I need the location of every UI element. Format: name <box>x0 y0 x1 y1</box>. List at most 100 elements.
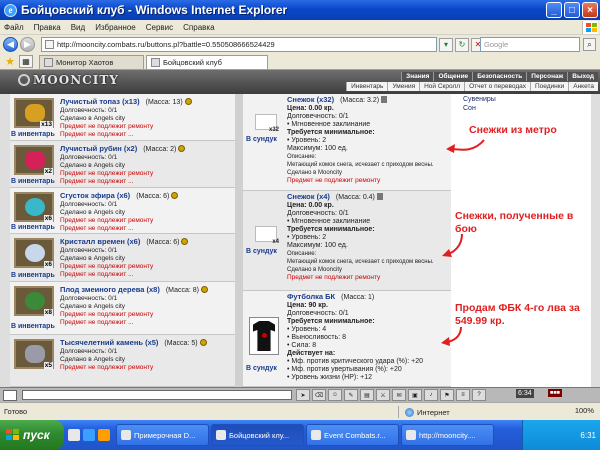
item-thumbnail[interactable]: x6 <box>14 192 54 222</box>
taskbar-item[interactable]: Event Combats.r... <box>306 424 399 446</box>
item-thumbnail[interactable]: x6 <box>14 238 54 268</box>
item-made: Сделано в Angels city <box>60 255 125 262</box>
clear-icon[interactable]: ⌫ <box>312 389 326 401</box>
menu-favorites[interactable]: Избранное <box>95 23 136 32</box>
sword-icon[interactable]: ⚔ <box>376 389 390 401</box>
filter-icon[interactable]: ⚑ <box>440 389 454 401</box>
menu-file[interactable]: Файл <box>4 23 24 32</box>
item-thumbnail[interactable]: x2 <box>14 145 54 175</box>
nav-exit[interactable]: Выход <box>567 72 598 81</box>
media-icon[interactable] <box>98 429 110 441</box>
show-desktop-icon[interactable] <box>68 429 80 441</box>
smile-icon[interactable]: ☺ <box>328 389 342 401</box>
nav-transfers[interactable]: Отчет о переводах <box>464 82 530 91</box>
item-feature: • Мгновенное заклинание <box>287 218 371 225</box>
site-nav-top: Знания Общение Безопасность Персонаж Вых… <box>401 72 598 81</box>
arrow-icon <box>442 233 463 257</box>
url-input[interactable]: http://mooncity.combats.ru/buttons.pl?ba… <box>41 37 437 52</box>
item-name[interactable]: Тысячелетний камень (x5) <box>60 338 158 347</box>
requirement: • Выносливость: 8 <box>287 334 347 341</box>
to-inventory-link[interactable]: В инвентарь <box>11 131 55 138</box>
refresh-icon[interactable]: ↻ <box>455 37 469 52</box>
menu-edit[interactable]: Правка <box>34 23 61 32</box>
search-icon[interactable]: ⌕ <box>583 38 596 51</box>
nav-communication[interactable]: Общение <box>433 72 473 81</box>
to-inventory-link[interactable]: В инвентарь <box>11 224 55 231</box>
to-inventory-link[interactable]: В инвентарь <box>11 178 55 185</box>
nav-fights[interactable]: Поединки <box>529 82 568 91</box>
taskbar-item[interactable]: Бойцовский клу... <box>211 424 304 446</box>
nav-profile[interactable]: Анкета <box>568 82 598 91</box>
souvenirs-link[interactable]: Сувениры <box>463 95 496 104</box>
item-name[interactable]: Футболка БК <box>287 292 335 301</box>
item-thumbnail[interactable]: x13 <box>14 98 54 128</box>
sleep-link[interactable]: Сон <box>463 104 496 113</box>
tab-monitor[interactable]: Монитор Хаотов <box>39 54 144 69</box>
chat-mode-button[interactable] <box>3 390 17 401</box>
to-chest-link[interactable]: В сундук <box>246 248 277 255</box>
item-made: Сделано в Angels city <box>60 303 125 310</box>
requirement: • Сила: 8 <box>287 342 317 349</box>
item-name[interactable]: Сгусток эфира (x6) <box>60 191 130 200</box>
menu-help[interactable]: Справка <box>183 23 214 32</box>
arrow-icon <box>446 139 485 153</box>
menu-view[interactable]: Вид <box>71 23 85 32</box>
zoom-level[interactable]: 100% <box>575 406 594 415</box>
snowball-icon[interactable]: x32 <box>255 114 279 133</box>
requirements-title: Требуется минимальное: <box>287 226 375 233</box>
item-mass: (Масса: 2) <box>143 146 177 153</box>
nav-security[interactable]: Безопасность <box>472 72 527 81</box>
map-icon[interactable]: ▣ <box>408 389 422 401</box>
nav-knowledge[interactable]: Знания <box>401 72 434 81</box>
snowball-icon[interactable]: x4 <box>255 226 279 245</box>
bag-icon <box>381 96 388 103</box>
item-name[interactable]: Снежок (x32) <box>287 95 334 104</box>
tab-fight-club[interactable]: Бойцовский клуб <box>146 54 268 69</box>
item-name[interactable]: Снежок (x4) <box>287 192 330 201</box>
dropdown-button[interactable]: ▾ <box>439 37 453 52</box>
nav-character[interactable]: Персонаж <box>526 72 568 81</box>
item-name[interactable]: Кристалл времен (x6) <box>60 237 140 246</box>
pen-icon[interactable]: ✎ <box>344 389 358 401</box>
back-button[interactable]: ◀ <box>3 37 18 52</box>
send-icon[interactable]: ➤ <box>296 389 310 401</box>
fruit-icon <box>25 292 45 310</box>
to-chest-link[interactable]: В сундук <box>246 136 277 143</box>
coin-icon <box>171 192 179 199</box>
item-warning: Предмет не подлежит ... <box>60 319 134 326</box>
nav-inventory[interactable]: Инвентарь <box>346 82 387 91</box>
item-name[interactable]: Лучистый топаз (x13) <box>60 97 140 106</box>
to-inventory-link[interactable]: В инвентарь <box>11 323 55 330</box>
taskbar-item[interactable]: http://mooncity.... <box>401 424 494 446</box>
favorites-star-icon[interactable]: ★ <box>3 55 17 68</box>
quick-tabs-icon[interactable]: ▦ <box>19 55 33 68</box>
forward-button[interactable]: ▶ <box>20 37 35 52</box>
help-icon[interactable]: ? <box>472 389 486 401</box>
close-button[interactable]: × <box>582 2 598 18</box>
option-icon[interactable]: ≡ <box>456 389 470 401</box>
gift-icon[interactable]: ✉ <box>392 389 406 401</box>
window-titlebar[interactable]: e Бойцовский клуб - Windows Internet Exp… <box>0 0 600 20</box>
ie-quicklaunch-icon[interactable] <box>83 429 95 441</box>
item-name[interactable]: Лучистый рубин (x2) <box>60 144 137 153</box>
book-icon[interactable]: ▤ <box>360 389 374 401</box>
item-thumbnail[interactable]: x8 <box>14 286 54 316</box>
item-name[interactable]: Плод змеиного дерева (x8) <box>60 285 160 294</box>
item-durability: Долговечность: 0/1 <box>60 295 118 302</box>
taskbar-item[interactable]: Примерочная D... <box>116 424 209 446</box>
nav-scroll[interactable]: Ной Скролл <box>419 82 464 91</box>
tshirt-icon[interactable] <box>249 317 279 355</box>
maximize-button[interactable]: □ <box>564 2 580 18</box>
coin-icon <box>178 145 186 152</box>
start-button[interactable]: пуск <box>0 420 64 450</box>
menu-tools[interactable]: Сервис <box>146 23 173 32</box>
item-thumbnail[interactable]: x5 <box>14 339 54 369</box>
nav-skills[interactable]: Умения <box>387 82 419 91</box>
search-input[interactable]: Google <box>480 37 580 52</box>
chat-input[interactable] <box>22 390 292 400</box>
to-inventory-link[interactable]: В инвентарь <box>11 272 55 279</box>
minimize-button[interactable]: _ <box>546 2 562 18</box>
item-made: Сделано в Angels city <box>60 209 125 216</box>
sound-icon[interactable]: ♪ <box>424 389 438 401</box>
to-chest-link[interactable]: В сундук <box>246 365 277 372</box>
